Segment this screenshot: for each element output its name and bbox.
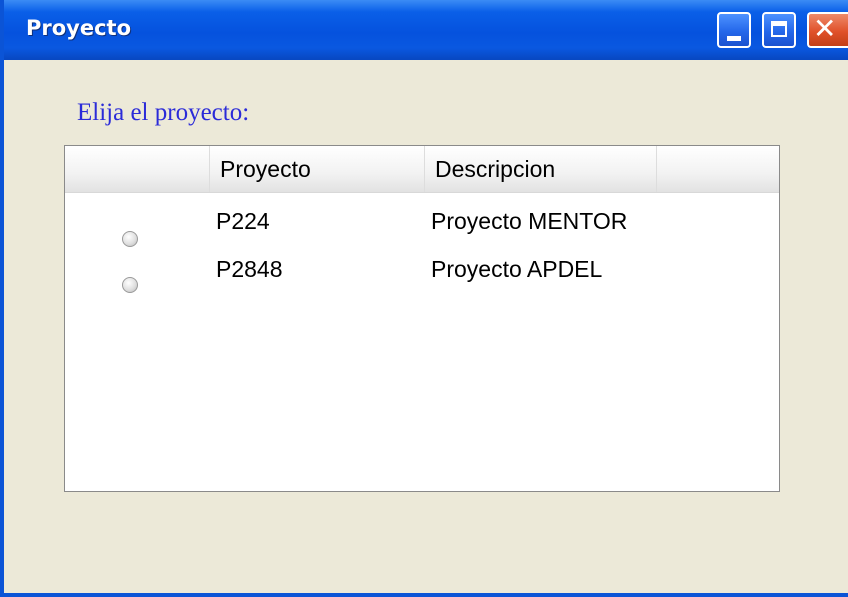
choose-project-label: Elija el proyecto: (77, 99, 250, 126)
table-row[interactable]: P2848 Proyecto APDEL (65, 246, 779, 293)
minimize-button[interactable] (717, 12, 751, 48)
descripcion-cell: Proyecto APDEL (431, 256, 603, 282)
header-proyecto[interactable]: Proyecto (210, 146, 425, 192)
row-radio-button[interactable] (122, 277, 138, 293)
descripcion-cell: Proyecto MENTOR (431, 208, 628, 234)
maximize-button[interactable] (762, 12, 796, 48)
maximize-icon (771, 21, 787, 37)
project-grid: Proyecto Descripcion P224 Proyecto MENTO… (64, 145, 780, 492)
close-button[interactable]: ✕ (807, 12, 848, 48)
row-radio-button[interactable] (122, 231, 138, 247)
proyecto-cell: P224 (216, 208, 270, 234)
title-bar[interactable]: Proyecto ✕ (4, 0, 848, 60)
header-select[interactable] (65, 146, 210, 192)
window-title: Proyecto (26, 16, 132, 40)
header-filler (657, 146, 779, 192)
header-descripcion[interactable]: Descripcion (425, 146, 657, 192)
project-window: Proyecto ✕ Elija el proyecto: Proyecto D… (0, 0, 848, 597)
table-row[interactable]: P224 Proyecto MENTOR (65, 200, 779, 247)
minimize-icon (727, 36, 741, 41)
proyecto-cell: P2848 (216, 256, 283, 282)
grid-header: Proyecto Descripcion (65, 146, 779, 193)
close-icon: ✕ (813, 12, 837, 45)
